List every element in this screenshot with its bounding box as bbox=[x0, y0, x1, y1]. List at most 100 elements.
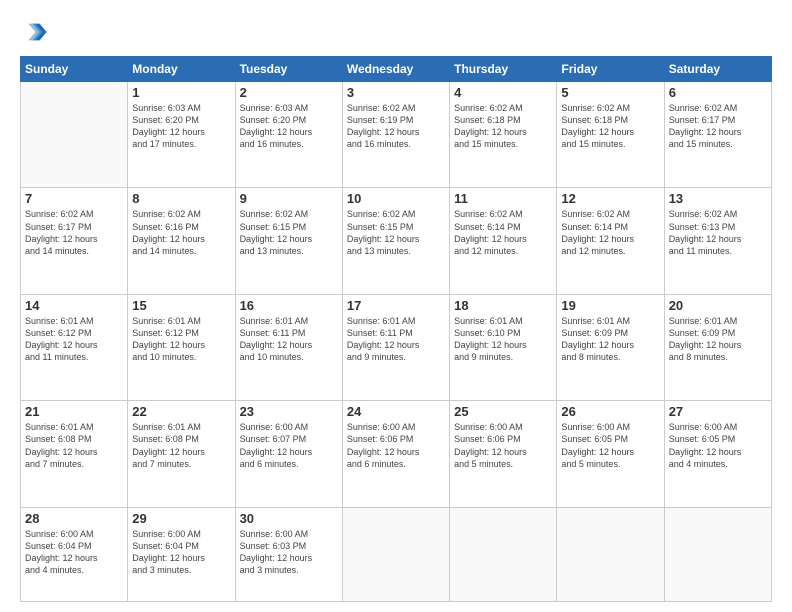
day-info: Sunrise: 6:00 AM Sunset: 6:07 PM Dayligh… bbox=[240, 421, 338, 470]
day-info: Sunrise: 6:01 AM Sunset: 6:11 PM Dayligh… bbox=[240, 315, 338, 364]
calendar-day-cell bbox=[664, 507, 771, 601]
logo bbox=[20, 18, 52, 46]
calendar-day-cell bbox=[342, 507, 449, 601]
day-info: Sunrise: 6:01 AM Sunset: 6:09 PM Dayligh… bbox=[561, 315, 659, 364]
day-number: 23 bbox=[240, 404, 338, 419]
calendar-day-cell: 7 Sunrise: 6:02 AM Sunset: 6:17 PM Daylig… bbox=[21, 188, 128, 294]
column-header-monday: Monday bbox=[128, 57, 235, 82]
calendar-day-cell: 3Sunrise: 6:02 AM Sunset: 6:19 PM Daylig… bbox=[342, 82, 449, 188]
day-info: Sunrise: 6:00 AM Sunset: 6:05 PM Dayligh… bbox=[561, 421, 659, 470]
calendar-day-cell: 17 Sunrise: 6:01 AM Sunset: 6:11 PM Dayli… bbox=[342, 294, 449, 400]
day-info: Sunrise: 6:00 AM Sunset: 6:06 PM Dayligh… bbox=[454, 421, 552, 470]
day-info: Sunrise: 6:02 AM Sunset: 6:17 PM Dayligh… bbox=[669, 102, 767, 151]
day-info: Sunrise: 6:02 AM Sunset: 6:18 PM Dayligh… bbox=[561, 102, 659, 151]
day-number: 28 bbox=[25, 511, 123, 526]
day-info: Sunrise: 6:01 AM Sunset: 6:12 PM Dayligh… bbox=[25, 315, 123, 364]
day-number: 6 bbox=[669, 85, 767, 100]
day-number: 7 bbox=[25, 191, 123, 206]
calendar-day-cell: 13Sunrise: 6:02 AM Sunset: 6:13 PM Dayli… bbox=[664, 188, 771, 294]
header bbox=[20, 18, 772, 46]
calendar-day-cell: 12 Sunrise: 6:02 AM Sunset: 6:14 PM Dayli… bbox=[557, 188, 664, 294]
day-info: Sunrise: 6:01 AM Sunset: 6:12 PM Dayligh… bbox=[132, 315, 230, 364]
day-info: Sunrise: 6:00 AM Sunset: 6:06 PM Dayligh… bbox=[347, 421, 445, 470]
calendar-day-cell: 20 Sunrise: 6:01 AM Sunset: 6:09 PM Dayli… bbox=[664, 294, 771, 400]
day-number: 18 bbox=[454, 298, 552, 313]
day-info: Sunrise: 6:02 AM Sunset: 6:13 PM Dayligh… bbox=[669, 208, 767, 257]
calendar-day-cell: 21 Sunrise: 6:01 AM Sunset: 6:08 PM Dayli… bbox=[21, 401, 128, 507]
day-number: 26 bbox=[561, 404, 659, 419]
day-number: 2 bbox=[240, 85, 338, 100]
calendar-day-cell: 28Sunrise: 6:00 AM Sunset: 6:04 PM Dayli… bbox=[21, 507, 128, 601]
calendar-day-cell: 29 Sunrise: 6:00 AM Sunset: 6:04 PM Dayli… bbox=[128, 507, 235, 601]
day-info: Sunrise: 6:00 AM Sunset: 6:04 PM Dayligh… bbox=[132, 528, 230, 577]
page: SundayMondayTuesdayWednesdayThursdayFrid… bbox=[0, 0, 792, 612]
calendar-week-row: 1 Sunrise: 6:03 AM Sunset: 6:20 PM Daylig… bbox=[21, 82, 772, 188]
calendar-table: SundayMondayTuesdayWednesdayThursdayFrid… bbox=[20, 56, 772, 602]
day-info: Sunrise: 6:02 AM Sunset: 6:16 PM Dayligh… bbox=[132, 208, 230, 257]
day-number: 1 bbox=[132, 85, 230, 100]
calendar-day-cell: 18Sunrise: 6:01 AM Sunset: 6:10 PM Dayli… bbox=[450, 294, 557, 400]
day-number: 3 bbox=[347, 85, 445, 100]
calendar-day-cell: 8 Sunrise: 6:02 AM Sunset: 6:16 PM Daylig… bbox=[128, 188, 235, 294]
day-info: Sunrise: 6:02 AM Sunset: 6:18 PM Dayligh… bbox=[454, 102, 552, 151]
calendar-week-row: 14 Sunrise: 6:01 AM Sunset: 6:12 PM Dayli… bbox=[21, 294, 772, 400]
calendar-day-cell: 6 Sunrise: 6:02 AM Sunset: 6:17 PM Daylig… bbox=[664, 82, 771, 188]
day-info: Sunrise: 6:03 AM Sunset: 6:20 PM Dayligh… bbox=[132, 102, 230, 151]
column-header-wednesday: Wednesday bbox=[342, 57, 449, 82]
day-info: Sunrise: 6:02 AM Sunset: 6:14 PM Dayligh… bbox=[561, 208, 659, 257]
day-number: 27 bbox=[669, 404, 767, 419]
calendar-day-cell bbox=[450, 507, 557, 601]
calendar-day-cell bbox=[557, 507, 664, 601]
day-number: 29 bbox=[132, 511, 230, 526]
day-number: 9 bbox=[240, 191, 338, 206]
day-info: Sunrise: 6:02 AM Sunset: 6:17 PM Dayligh… bbox=[25, 208, 123, 257]
calendar-day-cell: 1 Sunrise: 6:03 AM Sunset: 6:20 PM Daylig… bbox=[128, 82, 235, 188]
calendar-day-cell: 23 Sunrise: 6:00 AM Sunset: 6:07 PM Dayli… bbox=[235, 401, 342, 507]
calendar-day-cell: 5 Sunrise: 6:02 AM Sunset: 6:18 PM Daylig… bbox=[557, 82, 664, 188]
calendar-day-cell: 15 Sunrise: 6:01 AM Sunset: 6:12 PM Dayli… bbox=[128, 294, 235, 400]
calendar-week-row: 21 Sunrise: 6:01 AM Sunset: 6:08 PM Dayli… bbox=[21, 401, 772, 507]
day-info: Sunrise: 6:00 AM Sunset: 6:03 PM Dayligh… bbox=[240, 528, 338, 577]
day-info: Sunrise: 6:00 AM Sunset: 6:05 PM Dayligh… bbox=[669, 421, 767, 470]
day-number: 14 bbox=[25, 298, 123, 313]
day-number: 24 bbox=[347, 404, 445, 419]
calendar-day-cell: 16 Sunrise: 6:01 AM Sunset: 6:11 PM Dayli… bbox=[235, 294, 342, 400]
calendar-day-cell: 11Sunrise: 6:02 AM Sunset: 6:14 PM Dayli… bbox=[450, 188, 557, 294]
calendar-day-cell: 2Sunrise: 6:03 AM Sunset: 6:20 PM Daylig… bbox=[235, 82, 342, 188]
day-number: 17 bbox=[347, 298, 445, 313]
calendar-week-row: 7 Sunrise: 6:02 AM Sunset: 6:17 PM Daylig… bbox=[21, 188, 772, 294]
day-number: 20 bbox=[669, 298, 767, 313]
calendar-day-cell: 9 Sunrise: 6:02 AM Sunset: 6:15 PM Daylig… bbox=[235, 188, 342, 294]
column-header-friday: Friday bbox=[557, 57, 664, 82]
calendar-header-row: SundayMondayTuesdayWednesdayThursdayFrid… bbox=[21, 57, 772, 82]
day-info: Sunrise: 6:01 AM Sunset: 6:11 PM Dayligh… bbox=[347, 315, 445, 364]
day-info: Sunrise: 6:01 AM Sunset: 6:08 PM Dayligh… bbox=[25, 421, 123, 470]
calendar-day-cell: 30Sunrise: 6:00 AM Sunset: 6:03 PM Dayli… bbox=[235, 507, 342, 601]
calendar-day-cell: 10 Sunrise: 6:02 AM Sunset: 6:15 PM Dayli… bbox=[342, 188, 449, 294]
logo-icon bbox=[20, 18, 48, 46]
day-info: Sunrise: 6:01 AM Sunset: 6:09 PM Dayligh… bbox=[669, 315, 767, 364]
day-number: 15 bbox=[132, 298, 230, 313]
day-number: 10 bbox=[347, 191, 445, 206]
calendar-day-cell: 27 Sunrise: 6:00 AM Sunset: 6:05 PM Dayli… bbox=[664, 401, 771, 507]
day-number: 25 bbox=[454, 404, 552, 419]
day-number: 21 bbox=[25, 404, 123, 419]
column-header-tuesday: Tuesday bbox=[235, 57, 342, 82]
day-number: 5 bbox=[561, 85, 659, 100]
calendar-week-row: 28 Sunrise: 6:00 AM Sunset: 6:04 PM Dayli… bbox=[21, 507, 772, 601]
day-info: Sunrise: 6:01 AM Sunset: 6:08 PM Dayligh… bbox=[132, 421, 230, 470]
day-number: 16 bbox=[240, 298, 338, 313]
day-number: 4 bbox=[454, 85, 552, 100]
day-number: 8 bbox=[132, 191, 230, 206]
day-info: Sunrise: 6:02 AM Sunset: 6:15 PM Dayligh… bbox=[240, 208, 338, 257]
column-header-thursday: Thursday bbox=[450, 57, 557, 82]
calendar-day-cell: 26 Sunrise: 6:00 AM Sunset: 6:05 PM Dayli… bbox=[557, 401, 664, 507]
day-number: 11 bbox=[454, 191, 552, 206]
day-number: 12 bbox=[561, 191, 659, 206]
day-info: Sunrise: 6:02 AM Sunset: 6:15 PM Dayligh… bbox=[347, 208, 445, 257]
calendar-day-cell: 14 Sunrise: 6:01 AM Sunset: 6:12 PM Dayli… bbox=[21, 294, 128, 400]
column-header-sunday: Sunday bbox=[21, 57, 128, 82]
day-number: 19 bbox=[561, 298, 659, 313]
calendar-day-cell: 19 Sunrise: 6:01 AM Sunset: 6:09 PM Dayli… bbox=[557, 294, 664, 400]
day-number: 22 bbox=[132, 404, 230, 419]
